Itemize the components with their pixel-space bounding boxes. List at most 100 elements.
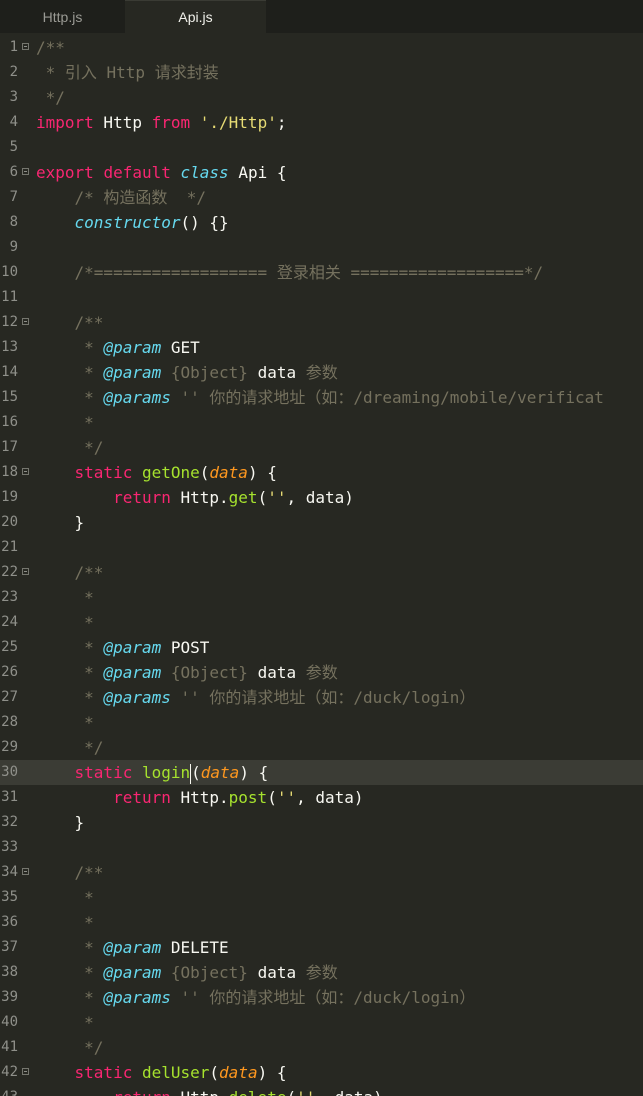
code-line[interactable]: 42 static delUser(data) { [0,1060,643,1085]
code-token: static [74,763,133,782]
code-line[interactable]: 6 export default class Api { [0,160,643,185]
line-number-gutter: 33 [0,835,34,860]
code-line[interactable]: 26 * @param {Object} data 参数 [0,660,643,685]
code-token: DELETE [161,938,229,957]
code-token: /* 构造函数 */ [74,188,206,207]
code-line[interactable]: 8 constructor() {} [0,210,643,235]
code-token: 参数 [305,363,338,382]
code-token: * [84,988,104,1007]
code-text: /** [36,560,104,585]
code-token: ( [257,488,268,507]
code-line[interactable]: 31 return Http.post('', data) [0,785,643,810]
code-token: 参数 [305,663,338,682]
line-number: 25 [1,639,18,655]
code-line[interactable]: 17 */ [0,435,643,460]
code-line[interactable]: 11 [0,285,643,310]
code-line[interactable]: 3 */ [0,85,643,110]
code-token: * [84,913,94,932]
code-token: return [113,1088,171,1096]
code-text: } [36,810,85,835]
code-line[interactable]: 1 /** [0,35,643,60]
code-token: * [84,663,104,682]
code-text: import Http from './Http'; [36,110,286,135]
line-number: 39 [1,989,18,1005]
code-line[interactable]: 22 /** [0,560,643,585]
code-line[interactable]: 39 * @params '' 你的请求地址（如：/duck/login） [0,985,643,1010]
line-number-gutter: 36 [0,910,34,935]
code-line[interactable]: 9 [0,235,643,260]
line-number-gutter: 27 [0,685,34,710]
code-line[interactable]: 25 * @param POST [0,635,643,660]
code-token: data [219,1063,258,1082]
fold-toggle-icon[interactable] [22,468,29,475]
fold-toggle-icon[interactable] [22,568,29,575]
code-line[interactable]: 7 /* 构造函数 */ [0,185,643,210]
code-line[interactable]: 16 * [0,410,643,435]
fold-toggle-icon[interactable] [22,168,29,175]
code-line[interactable]: 14 * @param {Object} data 参数 [0,360,643,385]
code-text: * 引入 Http 请求封装 [36,60,219,85]
line-number: 30 [1,764,18,780]
code-line[interactable]: 35 * [0,885,643,910]
code-token: * [84,588,94,607]
code-token: './Http' [199,113,277,132]
code-line[interactable]: 20 } [0,510,643,535]
code-text: export default class Api { [36,160,286,185]
code-text: * [36,610,94,635]
code-line[interactable]: 15 * @params '' 你的请求地址（如：/dreaming/mobil… [0,385,643,410]
code-token: */ [84,1038,104,1057]
code-line[interactable]: 10 /*================== 登录相关 ===========… [0,260,643,285]
code-line[interactable]: 28 * [0,710,643,735]
code-line[interactable]: 33 [0,835,643,860]
fold-toggle-icon[interactable] [22,43,29,50]
line-number: 17 [1,439,18,455]
code-line[interactable]: 19 return Http.get('', data) [0,485,643,510]
code-text: * [36,710,94,735]
tab-api-js[interactable]: Api.js [125,0,266,33]
code-line[interactable]: 24 * [0,610,643,635]
code-token: get [228,488,258,507]
tab-bar: Http.js Api.js [0,0,643,33]
line-number: 1 [9,39,18,55]
fold-toggle-icon[interactable] [22,868,29,875]
code-line[interactable]: 41 */ [0,1035,643,1060]
code-token: {Object} [170,963,248,982]
code-token: ( [267,788,277,807]
code-line[interactable]: 37 * @param DELETE [0,935,643,960]
fold-toggle-icon[interactable] [22,318,29,325]
code-text: /** [36,310,104,335]
code-token: /** [74,863,104,882]
code-line[interactable]: 27 * @params '' 你的请求地址（如：/duck/login） [0,685,643,710]
line-number-gutter: 38 [0,960,34,985]
code-line[interactable]: 29 */ [0,735,643,760]
code-token: 参数 [305,963,338,982]
code-line[interactable]: 38 * @param {Object} data 参数 [0,960,643,985]
code-line[interactable]: 40 * [0,1010,643,1035]
code-text: return Http.delete('', data) [36,1085,383,1096]
code-line[interactable]: 18 static getOne(data) { [0,460,643,485]
line-number-gutter: 40 [0,1010,34,1035]
code-line[interactable]: 34 /** [0,860,643,885]
fold-toggle-icon[interactable] [22,1068,29,1075]
code-line[interactable]: 12 /** [0,310,643,335]
code-line[interactable]: 4 import Http from './Http'; [0,110,643,135]
line-number: 23 [1,589,18,605]
code-line[interactable]: 13 * @param GET [0,335,643,360]
code-token: '' 你的请求地址（如：/dreaming/mobile/verificat [180,388,604,407]
code-line[interactable]: 30 static login(data) { [0,760,643,785]
code-line[interactable]: 43 return Http.delete('', data) [0,1085,643,1096]
code-line[interactable]: 5 [0,135,643,160]
code-text: */ [36,1035,103,1060]
code-line[interactable]: 23 * [0,585,643,610]
code-line[interactable]: 2 * 引入 Http 请求封装 [0,60,643,85]
line-number-gutter: 19 [0,485,34,510]
code-line[interactable]: 36 * [0,910,643,935]
line-number: 43 [0,1085,18,1096]
code-token: Http [93,113,152,132]
tab-http-js[interactable]: Http.js [0,0,125,33]
code-editor[interactable]: 1/** 2 * 引入 Http 请求封装 3 */4 import Http fro… [0,35,643,1096]
code-line[interactable]: 32 } [0,810,643,835]
code-text: * @params '' 你的请求地址（如：/duck/login） [36,985,475,1010]
code-line[interactable]: 21 [0,535,643,560]
